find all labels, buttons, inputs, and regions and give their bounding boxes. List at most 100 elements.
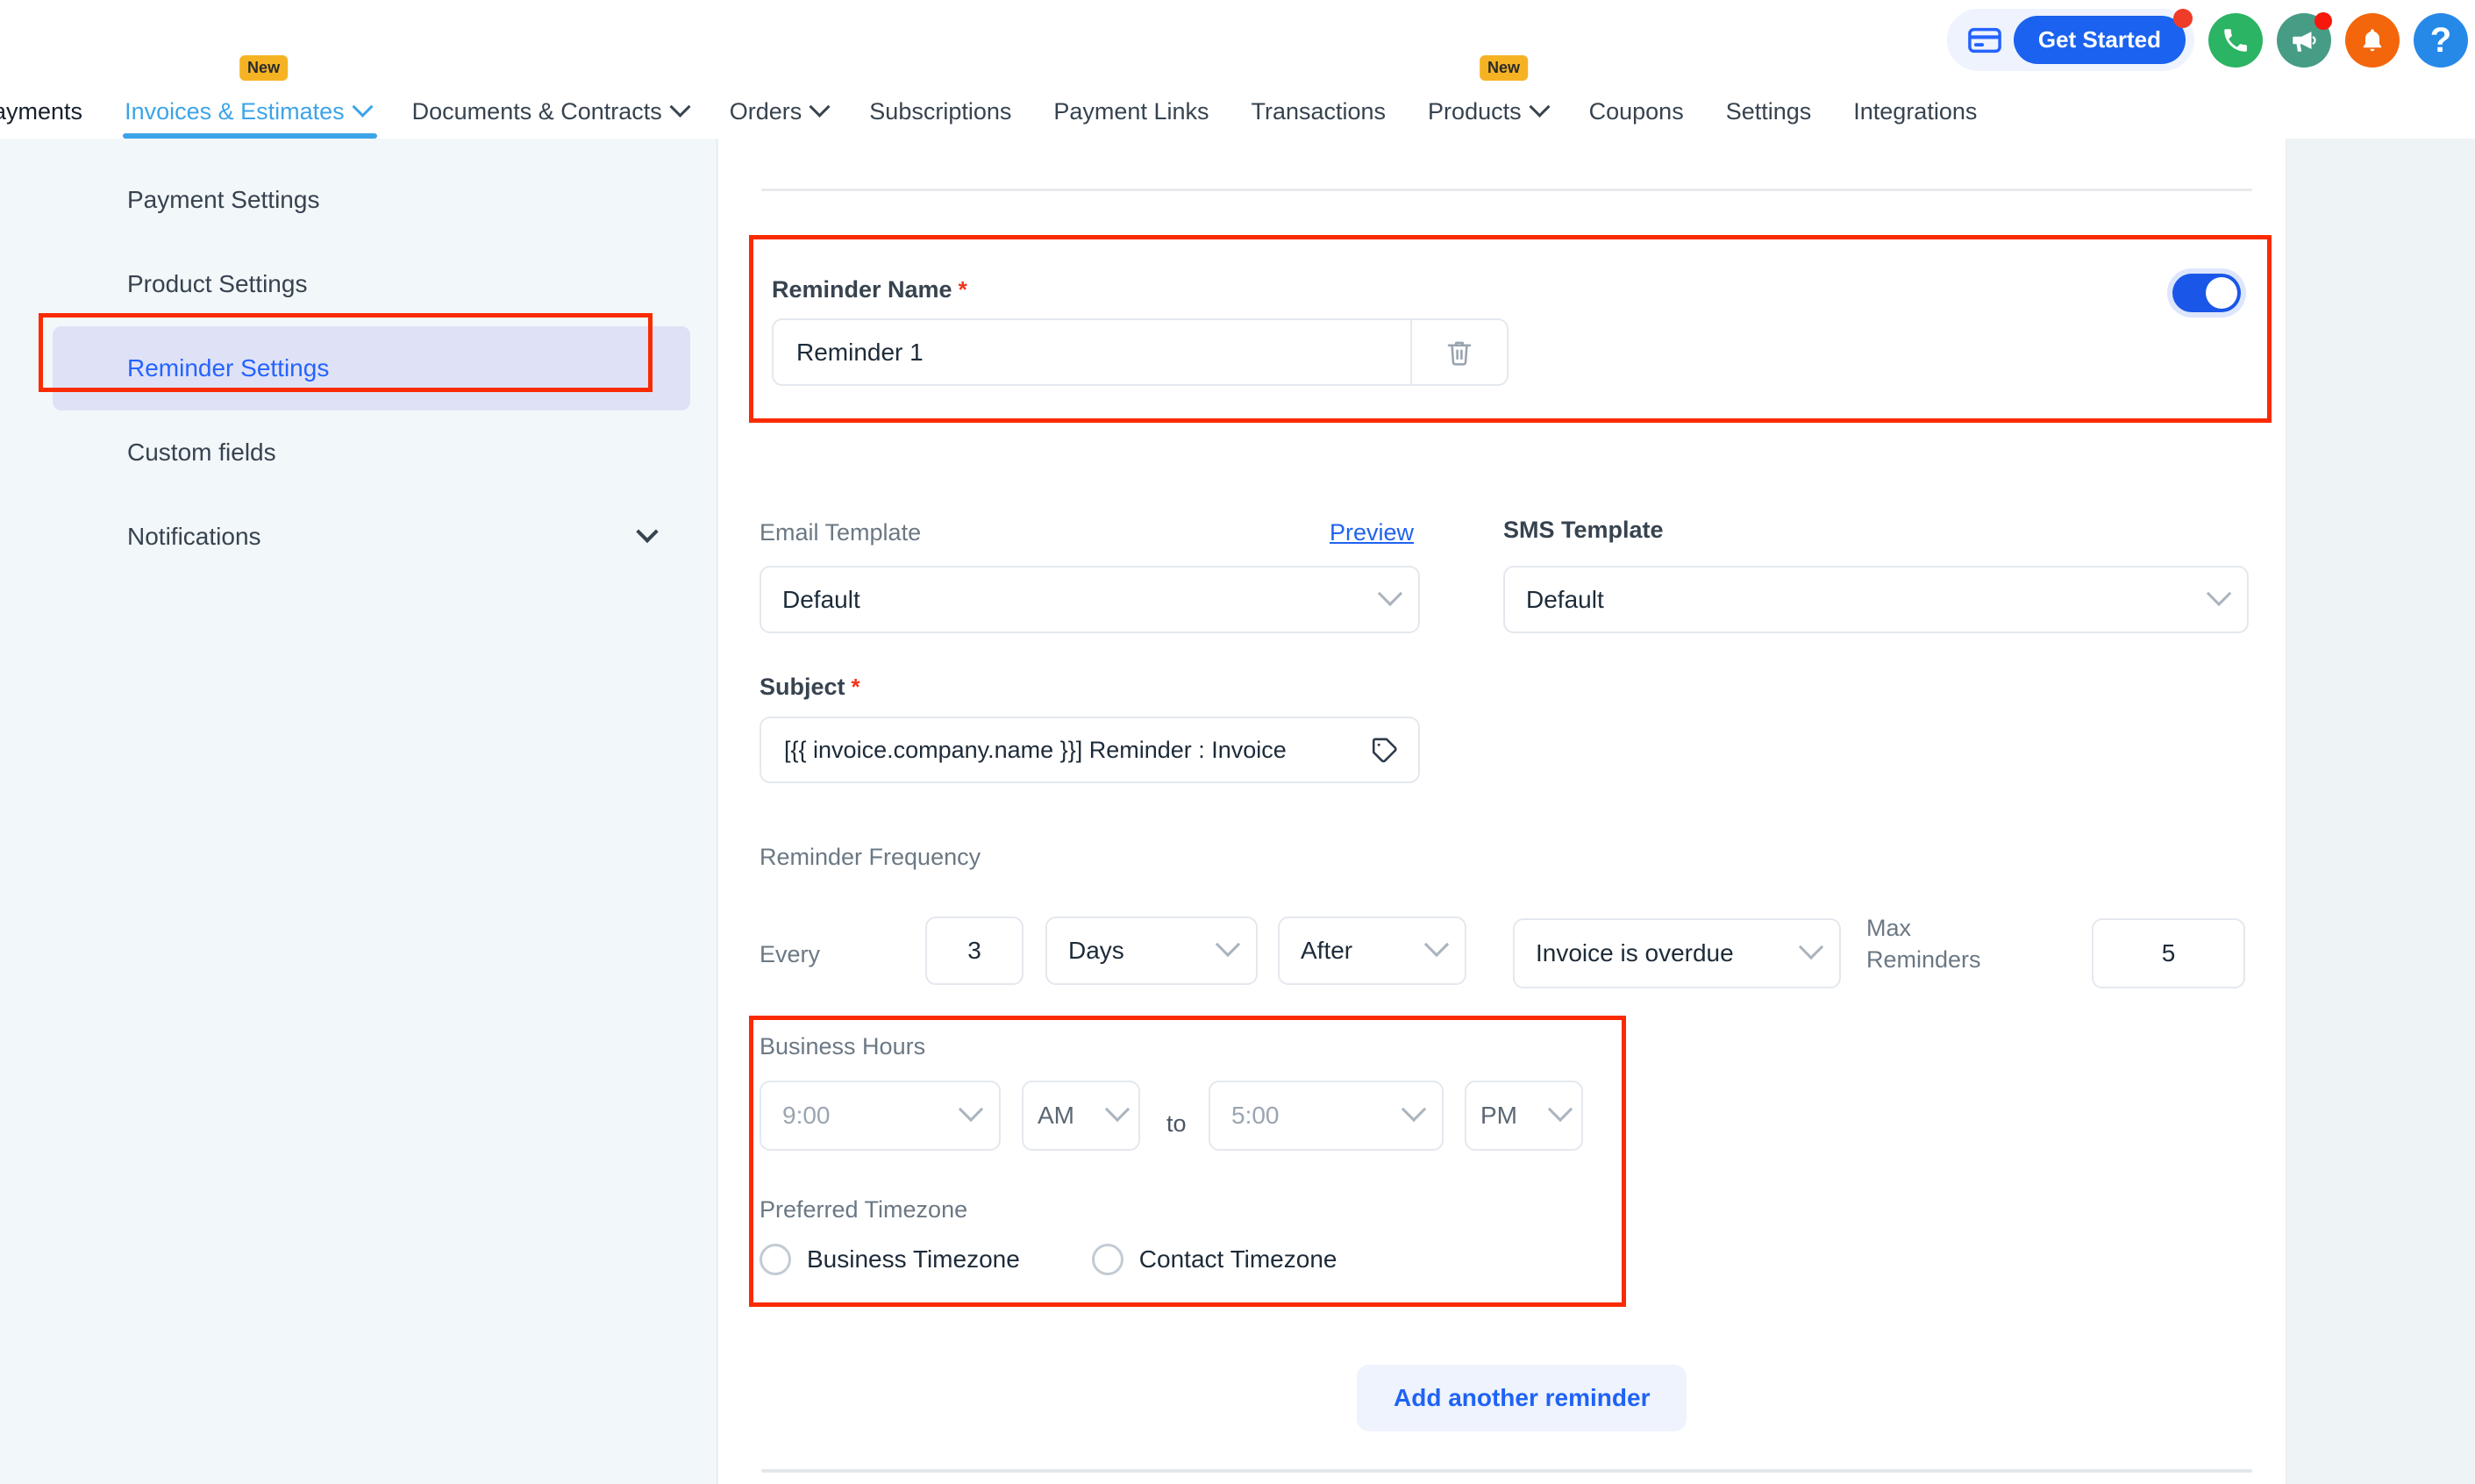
relation-select[interactable]: After — [1278, 917, 1466, 985]
credit-card-icon — [1968, 27, 2001, 54]
radio-icon[interactable] — [760, 1244, 791, 1275]
top-bar: Get Started ? Payments — [0, 0, 2475, 139]
chevron-down-icon — [809, 96, 831, 118]
email-template-select[interactable]: Default — [760, 566, 1420, 633]
nav-item-label: Orders — [729, 97, 802, 125]
main-nav: Payments Invoices & Estimates New Docume… — [0, 55, 1998, 139]
reminder-name-label-text: Reminder Name — [772, 276, 952, 303]
business-hours-to-meridiem-value: PM — [1480, 1102, 1517, 1129]
max-reminders-input[interactable]: 5 — [2092, 918, 2245, 988]
business-hours-to-select[interactable]: 5:00 — [1209, 1081, 1444, 1151]
nav-item-coupons[interactable]: Coupons — [1568, 84, 1705, 139]
sidebar-item-notifications[interactable]: Notifications — [53, 495, 690, 579]
nav-item-products[interactable]: Products New — [1407, 55, 1568, 139]
add-another-reminder-button[interactable]: Add another reminder — [1357, 1365, 1687, 1431]
business-hours-to-meridiem-select[interactable]: PM — [1465, 1081, 1583, 1151]
sidebar-item-custom-fields[interactable]: Custom fields — [53, 410, 690, 495]
radio-icon[interactable] — [1091, 1244, 1123, 1275]
reminder-enabled-toggle[interactable] — [2172, 274, 2241, 312]
topbar-actions: Get Started ? — [1946, 9, 2468, 71]
chevron-down-icon — [2206, 581, 2232, 606]
reminder-name-input[interactable]: Reminder 1 — [774, 339, 1410, 367]
preferred-timezone-options: Business Timezone Contact Timezone — [760, 1244, 1337, 1275]
nav-item-label: Payment Links — [1053, 97, 1209, 125]
chevron-down-icon — [669, 96, 691, 118]
max-reminders-label: Max Reminders — [1866, 915, 1981, 974]
reminder-frequency-title: Reminder Frequency — [760, 844, 981, 870]
nav-item-label: Products — [1428, 97, 1522, 125]
nav-item-documents-contracts[interactable]: Documents & Contracts — [391, 84, 709, 139]
sms-template-label: SMS Template — [1503, 517, 1664, 543]
help-icon-button[interactable]: ? — [2414, 12, 2468, 68]
help-icon: ? — [2429, 20, 2452, 60]
new-badge: New — [1480, 55, 1529, 81]
max-reminders-value: 5 — [2161, 939, 2176, 967]
subject-tag-button[interactable] — [1369, 735, 1399, 765]
business-hours-from-meridiem-select[interactable]: AM — [1022, 1081, 1140, 1151]
nav-item-integrations[interactable]: Integrations — [1832, 84, 1998, 139]
business-hours-to-label: to — [1166, 1110, 1187, 1137]
chevron-down-icon — [1547, 1096, 1573, 1123]
chevron-down-icon[interactable] — [636, 520, 659, 544]
megaphone-badge — [2315, 11, 2332, 30]
interval-unit-select[interactable]: Days — [1045, 917, 1258, 985]
subject-input-group[interactable]: [{{ invoice.company.name }}] Reminder : … — [760, 717, 1420, 783]
nav-item-label: Documents & Contracts — [411, 97, 662, 125]
business-hours-from-meridiem-value: AM — [1038, 1102, 1074, 1129]
new-badge: New — [239, 55, 289, 81]
preferred-timezone-label: Preferred Timezone — [760, 1196, 968, 1223]
reminder-name-input-group[interactable]: Reminder 1 — [772, 318, 1509, 386]
subject-label-text: Subject — [760, 674, 845, 700]
sidebar-item-product-settings[interactable]: Product Settings — [53, 242, 690, 326]
chevron-down-icon — [1529, 96, 1551, 118]
email-template-preview-link[interactable]: Preview — [1330, 519, 1414, 546]
radio-label: Contact Timezone — [1138, 1245, 1337, 1273]
condition-select[interactable]: Invoice is overdue — [1513, 918, 1841, 988]
business-hours-from-value: 9:00 — [782, 1102, 831, 1129]
bell-icon — [2363, 28, 2382, 51]
email-template-label: Email Template — [760, 519, 922, 546]
chevron-down-icon — [1377, 581, 1403, 606]
nav-item-payment-links[interactable]: Payment Links — [1032, 84, 1230, 139]
get-started-notification-dot — [2173, 9, 2193, 28]
nav-brand-label: Payments — [0, 97, 83, 125]
get-started-button[interactable]: Get Started — [2013, 16, 2186, 64]
nav-item-invoices-estimates[interactable]: Invoices & Estimates New — [103, 55, 391, 139]
sidebar-item-label: Notifications — [127, 523, 261, 550]
sms-template-select[interactable]: Default — [1503, 566, 2249, 633]
phone-icon-button[interactable] — [2208, 12, 2263, 68]
nav-brand-payments[interactable]: Payments — [0, 84, 103, 139]
sms-template-value: Default — [1526, 585, 1604, 613]
nav-item-subscriptions[interactable]: Subscriptions — [848, 84, 1032, 139]
nav-item-label: Invoices & Estimates — [125, 97, 345, 125]
delete-reminder-button[interactable] — [1410, 320, 1507, 384]
get-started-pill[interactable]: Get Started — [1946, 9, 2194, 71]
subject-label: Subject * — [760, 674, 860, 701]
nav-item-orders[interactable]: Orders — [709, 84, 849, 139]
interval-input[interactable]: 3 — [925, 917, 1024, 985]
business-hours-from-select[interactable]: 9:00 — [760, 1081, 1001, 1151]
interval-unit-value: Days — [1068, 937, 1124, 964]
radio-option-business-timezone[interactable]: Business Timezone — [760, 1244, 1020, 1275]
settings-sidebar: Payment Settings Product Settings Remind… — [0, 139, 717, 1484]
radio-option-contact-timezone[interactable]: Contact Timezone — [1091, 1244, 1337, 1275]
business-hours-label: Business Hours — [760, 1033, 926, 1059]
subject-input[interactable]: [{{ invoice.company.name }}] Reminder : … — [784, 737, 1357, 764]
sidebar-item-reminder-settings[interactable]: Reminder Settings — [53, 326, 690, 410]
chevron-down-icon — [958, 1096, 984, 1123]
sidebar-item-label: Reminder Settings — [127, 354, 330, 382]
every-label: Every — [760, 941, 821, 967]
condition-value: Invoice is overdue — [1536, 939, 1734, 967]
nav-item-transactions[interactable]: Transactions — [1230, 84, 1407, 139]
chevron-down-icon — [1798, 934, 1824, 960]
business-hours-to-value: 5:00 — [1231, 1102, 1280, 1129]
nav-item-label: Coupons — [1588, 97, 1684, 125]
sidebar-item-payment-settings[interactable]: Payment Settings — [53, 158, 690, 242]
phone-icon — [2224, 28, 2247, 52]
required-asterisk: * — [851, 674, 860, 700]
trash-icon — [1447, 341, 1472, 366]
megaphone-icon-button[interactable] — [2277, 11, 2332, 68]
bell-icon-button[interactable] — [2345, 12, 2400, 68]
sidebar-item-label: Payment Settings — [127, 186, 320, 213]
nav-item-settings[interactable]: Settings — [1705, 84, 1833, 139]
